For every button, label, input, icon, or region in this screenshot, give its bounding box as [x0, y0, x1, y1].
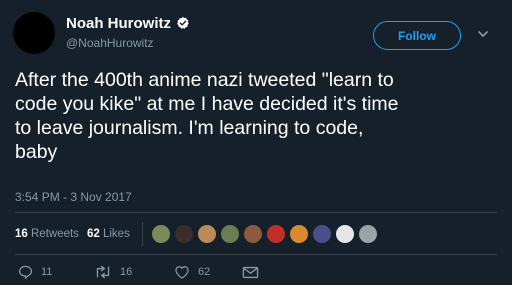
chevron-down-icon[interactable]: [477, 28, 489, 40]
retweet-button[interactable]: 16: [94, 265, 164, 279]
liker-avatars: [150, 224, 378, 244]
retweets-label: Retweets: [31, 228, 79, 240]
liker-avatar[interactable]: [334, 224, 355, 244]
like-count: 62: [198, 266, 211, 278]
author-info: Noah Hurowitz @NoahHurowitz: [66, 14, 190, 50]
retweet-count: 16: [120, 266, 133, 278]
stats-top-divider: [15, 212, 497, 213]
reply-icon: [18, 265, 33, 279]
liker-avatar[interactable]: [219, 224, 240, 244]
verified-badge-icon: [177, 16, 189, 29]
liker-avatar[interactable]: [357, 224, 378, 244]
retweet-icon: [96, 265, 110, 279]
tweet-actions: 11 16 62: [18, 264, 259, 280]
likes-label: Likes: [102, 228, 130, 240]
direct-message-button[interactable]: [242, 266, 259, 279]
liker-avatar[interactable]: [150, 224, 171, 244]
likes-count: 62: [86, 228, 100, 240]
liker-avatar[interactable]: [173, 224, 194, 244]
stats-bottom-divider: [15, 254, 497, 255]
envelope-icon: [242, 266, 259, 278]
likes-stat[interactable]: 62 Likes: [87, 228, 130, 240]
heart-icon: [175, 266, 189, 279]
tweet-text: After the 400th anime nazi tweeted "lear…: [15, 69, 399, 163]
author-handle[interactable]: @NoahHurowitz: [66, 36, 190, 50]
stats-separator: [141, 222, 143, 246]
engagement-stats: 16 Retweets 62 Likes: [15, 216, 497, 252]
follow-button[interactable]: Follow: [373, 21, 461, 50]
liker-avatar[interactable]: [196, 224, 217, 244]
author-name[interactable]: Noah Hurowitz: [66, 15, 171, 32]
retweets-stat[interactable]: 16 Retweets: [15, 228, 79, 240]
liker-avatar[interactable]: [288, 224, 309, 244]
tweet-timestamp[interactable]: 3:54 PM - 3 Nov 2017: [15, 190, 132, 204]
reply-button[interactable]: 11: [18, 265, 78, 279]
retweets-count: 16: [15, 228, 28, 240]
author-name-row: Noah Hurowitz: [66, 14, 190, 32]
liker-avatar[interactable]: [242, 224, 263, 244]
liker-avatar[interactable]: [311, 224, 332, 244]
tweet-card: Noah Hurowitz @NoahHurowitz Follow After…: [0, 0, 512, 285]
author-avatar[interactable]: [13, 12, 55, 54]
liker-avatar[interactable]: [265, 224, 286, 244]
reply-count: 11: [41, 266, 53, 278]
like-button[interactable]: 62: [174, 265, 234, 279]
